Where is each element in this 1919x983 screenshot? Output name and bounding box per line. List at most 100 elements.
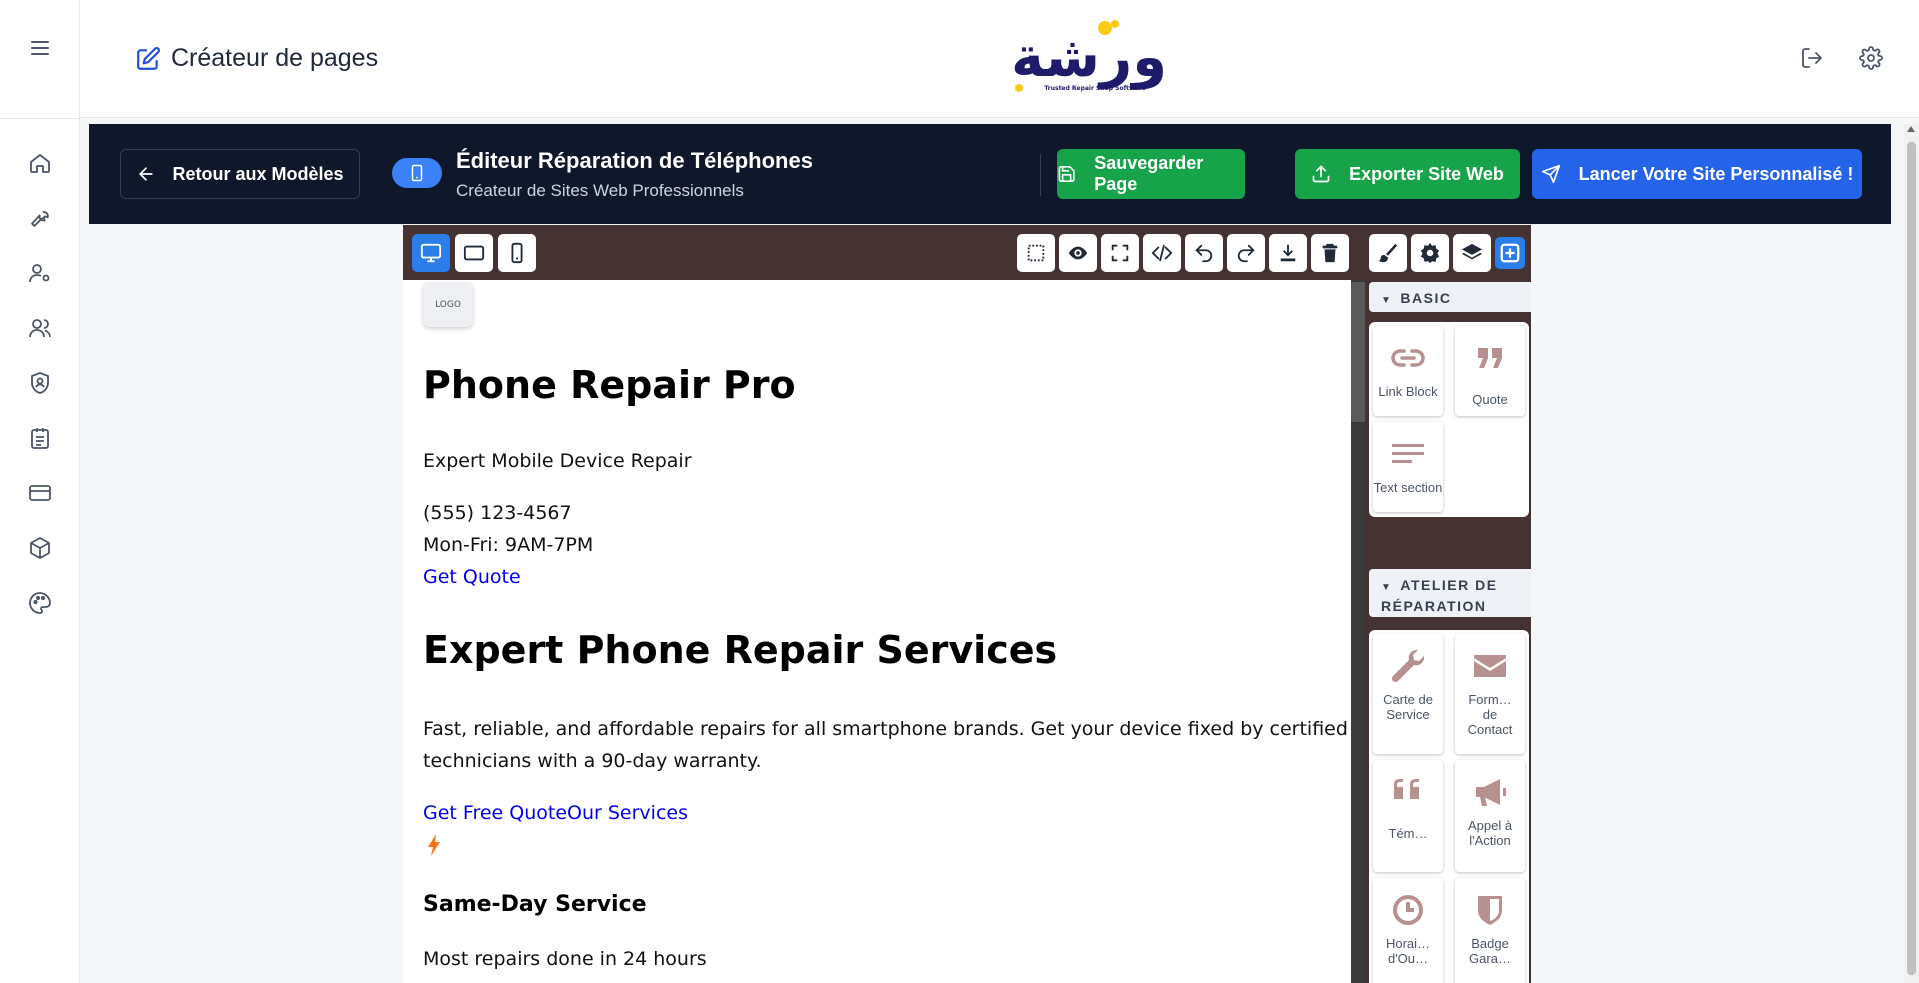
gear-icon[interactable] bbox=[1859, 46, 1883, 70]
send-icon bbox=[1541, 164, 1560, 184]
save-icon bbox=[1058, 165, 1075, 183]
smartphone-icon bbox=[392, 158, 442, 188]
add-block-icon[interactable] bbox=[1495, 237, 1525, 269]
fullscreen-icon[interactable] bbox=[1101, 234, 1139, 272]
back-to-templates-button[interactable]: Retour aux Modèles bbox=[120, 149, 360, 199]
page-canvas[interactable]: LOGO Phone Repair Pro Expert Mobile Devi… bbox=[403, 280, 1351, 983]
site-hours[interactable]: Mon-Fri: 9AM-7PM bbox=[423, 534, 593, 556]
lightning-icon bbox=[427, 834, 441, 856]
top-header: Créateur de pages ورشة Trusted Repair Sh… bbox=[80, 0, 1919, 118]
trait-settings-icon[interactable] bbox=[1411, 234, 1449, 272]
select-outline-icon[interactable] bbox=[1017, 234, 1055, 272]
user-settings-icon[interactable] bbox=[28, 261, 52, 285]
block-testimonial-label: Tém… bbox=[1388, 826, 1428, 841]
site-tagline[interactable]: Expert Mobile Device Repair bbox=[423, 450, 692, 472]
clock-icon bbox=[1393, 895, 1423, 925]
credit-card-icon[interactable] bbox=[28, 481, 52, 505]
block-testimonial[interactable]: Tém… bbox=[1373, 760, 1443, 872]
home-icon[interactable] bbox=[28, 151, 52, 175]
megaphone-icon bbox=[1476, 779, 1506, 806]
category-repair-label-2: RÉPARATION bbox=[1381, 598, 1487, 614]
brush-style-icon[interactable] bbox=[1369, 234, 1407, 272]
envelope-icon bbox=[1474, 655, 1506, 677]
block-service-card[interactable]: Carte de Service bbox=[1373, 634, 1443, 754]
layers-icon[interactable] bbox=[1453, 234, 1491, 272]
block-call-to-action[interactable]: Appel à l'Action bbox=[1455, 760, 1525, 872]
hero-title[interactable]: Expert Phone Repair Services bbox=[423, 628, 1057, 672]
category-basic[interactable]: ▼ BASIC bbox=[1369, 282, 1531, 312]
redo-icon[interactable] bbox=[1227, 234, 1265, 272]
editor-subtitle: Créateur de Sites Web Professionnels bbox=[456, 181, 744, 200]
editor-header: Retour aux Modèles Éditeur Réparation de… bbox=[89, 124, 1891, 224]
block-opening-hours[interactable]: Horai… d'Ou… bbox=[1373, 878, 1443, 983]
site-title[interactable]: Phone Repair Pro bbox=[423, 363, 796, 407]
page-scrollbar[interactable] bbox=[1904, 124, 1919, 983]
desktop-view-icon[interactable] bbox=[412, 234, 450, 272]
block-service-card-label: Carte de Service bbox=[1383, 692, 1433, 722]
brand-logo: ورشة Trusted Repair Shop Software bbox=[1009, 14, 1169, 100]
undo-icon[interactable] bbox=[1185, 234, 1223, 272]
preview-eye-icon[interactable] bbox=[1059, 234, 1097, 272]
basic-blocks-group: Link Block Quote Text section bbox=[1369, 322, 1529, 517]
clipboard-list-icon[interactable] bbox=[28, 426, 52, 450]
block-text-section[interactable]: Text section bbox=[1373, 422, 1443, 512]
arrow-left-icon bbox=[139, 167, 154, 181]
code-icon[interactable] bbox=[1143, 234, 1181, 272]
caret-down-icon: ▼ bbox=[1381, 295, 1393, 306]
logout-icon[interactable] bbox=[1800, 46, 1824, 70]
hero-text-line-1[interactable]: Fast, reliable, and affordable repairs f… bbox=[423, 718, 1348, 740]
trash-icon[interactable] bbox=[1311, 234, 1349, 272]
block-quote[interactable]: Quote bbox=[1455, 326, 1525, 416]
edit-icon bbox=[135, 46, 161, 72]
page-scrollbar-thumb[interactable] bbox=[1907, 142, 1916, 975]
wrench-icon bbox=[1391, 649, 1425, 683]
export-site-button[interactable]: Exporter Site Web bbox=[1295, 149, 1520, 199]
site-phone[interactable]: (555) 123-4567 bbox=[423, 502, 572, 524]
block-warranty-badge[interactable]: Badge Gara… bbox=[1455, 878, 1525, 983]
logo-wordmark: ورشة bbox=[1011, 25, 1167, 90]
editor-toolbar bbox=[403, 225, 1531, 280]
header-divider bbox=[1040, 154, 1041, 196]
users-icon[interactable] bbox=[28, 316, 52, 340]
category-repair-label-1: ATELIER DE bbox=[1400, 577, 1498, 593]
feature-title[interactable]: Same-Day Service bbox=[423, 892, 647, 917]
page-title-group: Créateur de pages bbox=[135, 44, 378, 73]
upload-icon bbox=[1312, 165, 1330, 183]
block-contact-form[interactable]: Form… de Contact bbox=[1455, 634, 1525, 754]
back-button-label: Retour aux Modèles bbox=[172, 163, 344, 184]
block-link[interactable]: Link Block bbox=[1373, 326, 1443, 416]
site-logo[interactable]: LOGO bbox=[423, 282, 473, 327]
save-page-button[interactable]: Sauvegarder Page bbox=[1057, 149, 1245, 199]
hamburger-menu-icon[interactable] bbox=[28, 36, 52, 60]
left-nav-rail bbox=[0, 0, 80, 983]
get-quote-link[interactable]: Get Quote bbox=[423, 566, 521, 588]
cta-links[interactable]: Get Free QuoteOur Services bbox=[423, 802, 688, 824]
text-lines-icon bbox=[1392, 444, 1424, 463]
link-icon bbox=[1391, 349, 1425, 367]
palette-icon[interactable] bbox=[28, 591, 52, 615]
tablet-view-icon[interactable] bbox=[455, 234, 493, 272]
mobile-view-icon[interactable] bbox=[498, 234, 536, 272]
category-repair-shop[interactable]: ▼ ATELIER DE RÉPARATION bbox=[1369, 569, 1531, 617]
editor-title: Éditeur Réparation de Téléphones bbox=[456, 148, 813, 173]
page-title: Créateur de pages bbox=[171, 44, 379, 72]
block-opening-hours-label: Horai… d'Ou… bbox=[1385, 936, 1431, 966]
canvas-scrollbar-thumb[interactable] bbox=[1351, 282, 1365, 422]
box-icon[interactable] bbox=[28, 536, 52, 560]
scroll-up-arrow-icon[interactable] bbox=[1907, 126, 1915, 132]
logo-tagline: Trusted Repair Shop Software bbox=[1044, 85, 1145, 92]
shield-user-icon[interactable] bbox=[28, 371, 52, 395]
download-icon[interactable] bbox=[1269, 234, 1307, 272]
block-link-label: Link Block bbox=[1378, 384, 1438, 399]
launch-site-label: Lancer Votre Site Personnalisé ! bbox=[1578, 163, 1854, 184]
wrench-icon[interactable] bbox=[28, 206, 52, 230]
block-warranty-badge-label: Badge Gara… bbox=[1469, 936, 1511, 966]
blocks-panel: ▼ BASIC Link Block Quote Text section ▼ AT… bbox=[1365, 280, 1531, 983]
repair-blocks-group: Carte de Service Form… de Contact Tém… A… bbox=[1369, 630, 1529, 983]
editor-frame: LOGO Phone Repair Pro Expert Mobile Devi… bbox=[403, 225, 1531, 983]
shield-icon bbox=[1478, 896, 1502, 925]
hero-text-line-2[interactable]: technicians with a 90-day warranty. bbox=[423, 750, 762, 772]
launch-site-button[interactable]: Lancer Votre Site Personnalisé ! bbox=[1532, 149, 1862, 199]
feature-text[interactable]: Most repairs done in 24 hours bbox=[423, 948, 707, 970]
rail-divider bbox=[0, 118, 80, 119]
